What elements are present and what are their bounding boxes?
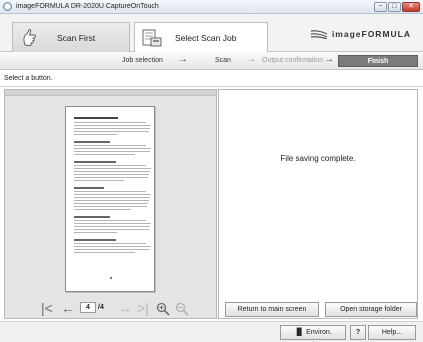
window-title: imageFORMULA DR-2020U CaptureOnTouch	[16, 3, 159, 10]
thumbnail-text-line	[74, 249, 150, 250]
hint-text: Select a button.	[4, 75, 53, 82]
preview-top-strip	[5, 90, 216, 96]
thumbnail-text-line	[74, 145, 146, 146]
result-pane: File saving complete. Return to main scr…	[218, 89, 418, 319]
thumbnail-text-line	[74, 141, 110, 143]
thumbnail-text-line	[74, 180, 124, 181]
thumbnail-text-line	[74, 226, 150, 227]
environ-settings-label: Environ. Settings	[306, 329, 332, 336]
first-page-icon[interactable]: |<	[41, 299, 53, 317]
thumbnail-text-line	[74, 191, 146, 192]
thumbnail-text-line	[74, 131, 149, 132]
thumbnail-text-line	[74, 165, 146, 166]
thumbnail-text-line	[74, 177, 148, 178]
scan-first-icon	[19, 27, 41, 49]
tab-select-scan-job[interactable]: Select Scan Job	[134, 22, 268, 52]
window-controls: − □ ✕	[374, 2, 420, 12]
brand-text: imageFORMULA	[331, 29, 411, 39]
next-page-icon[interactable]: →	[118, 299, 132, 317]
window-titlebar: imageFORMULA DR-2020U CaptureOnTouch − □…	[0, 0, 423, 14]
header-bar: Scan First Select Scan Job imageFORMULA	[0, 14, 423, 52]
thumbnail-text-line	[74, 168, 151, 169]
preview-pane: |< ← 4 /4 → >|	[4, 89, 217, 319]
thumbnail-text-line	[74, 197, 150, 198]
thumbnail-text-line	[74, 125, 151, 126]
thumbnail-text-line	[74, 171, 150, 172]
thumbnail-text-line	[74, 239, 116, 241]
brand-logo: imageFORMULA	[310, 29, 411, 39]
thumbnail-text-line	[74, 232, 117, 233]
zoom-in-icon[interactable]	[156, 299, 170, 320]
tab-select-scan-job-label: Select Scan Job	[175, 32, 237, 43]
page-total: /4	[98, 304, 104, 311]
return-to-main-button[interactable]: Return to main screen	[225, 302, 319, 317]
environ-settings-button[interactable]: ▐▌ Environ. Settings	[280, 325, 346, 340]
thumbnail-text-line	[74, 216, 110, 218]
step-arrow-icon: →	[178, 54, 188, 65]
thumbnail-text-line	[74, 174, 149, 175]
thumbnail-text-line	[74, 206, 147, 207]
tab-scan-first[interactable]: Scan First	[12, 22, 130, 52]
minimize-button[interactable]: −	[374, 2, 387, 12]
close-button[interactable]: ✕	[402, 2, 420, 12]
app-icon	[3, 2, 12, 11]
thumbnail-text-line	[74, 200, 149, 201]
thumbnail-text-line	[74, 203, 148, 204]
thumbnail-text-line	[74, 128, 150, 129]
thumbnail-text-line	[74, 252, 135, 253]
help-question-button[interactable]: ?	[350, 325, 366, 340]
step-job-selection: Job selection	[122, 57, 163, 64]
step-scan: Scan	[215, 57, 231, 64]
thumbnail-text-line	[74, 209, 131, 210]
finish-button[interactable]: Finish	[338, 55, 418, 67]
prev-page-icon[interactable]: ←	[61, 299, 75, 317]
settings-icon: ▐▌	[294, 329, 307, 336]
step-indicator: Job selection → Scan → Output confirmati…	[0, 52, 423, 70]
status-message: File saving complete.	[280, 154, 356, 163]
select-scan-job-icon	[141, 27, 163, 49]
zoom-out-icon[interactable]	[175, 299, 189, 320]
thumbnail-text-line	[74, 194, 151, 195]
thumbnail-text-line	[74, 148, 151, 149]
brand-swoosh-icon	[310, 30, 328, 39]
tab-scan-first-label: Scan First	[57, 32, 96, 43]
thumbnail-text-line	[74, 243, 146, 244]
thumbnail-text-line	[74, 246, 151, 247]
page-navigation: |< ← 4 /4 → >|	[5, 298, 216, 318]
thumbnail-text-line	[74, 223, 151, 224]
thumbnail-text-line	[74, 117, 118, 119]
maximize-button[interactable]: □	[388, 2, 401, 12]
thumbnail-text-line	[74, 122, 146, 123]
open-storage-folder-button[interactable]: Open storage folder	[325, 302, 417, 317]
footer-bar: ▐▌ Environ. Settings ? Help...	[0, 321, 423, 342]
help-button[interactable]: Help...	[368, 325, 416, 340]
thumbnail-text-line	[74, 161, 116, 163]
step-output-confirmation: Output confirmation	[262, 57, 324, 64]
page-number-input[interactable]: 4	[80, 302, 96, 313]
thumbnail-text-line	[74, 229, 149, 230]
document-thumbnail[interactable]	[65, 106, 155, 292]
thumbnail-text-line	[74, 134, 117, 135]
thumbnail-text-line	[74, 154, 135, 155]
thumbnail-text-line	[74, 187, 104, 189]
last-page-icon[interactable]: >|	[137, 299, 149, 317]
thumbnail-text-line	[74, 151, 150, 152]
thumbnail-text-line	[74, 220, 146, 221]
step-arrow-icon: →	[246, 54, 256, 65]
thumbnail-page-marker	[110, 277, 112, 279]
step-arrow-icon: →	[324, 54, 334, 65]
hint-bar: Select a button.	[0, 70, 423, 87]
